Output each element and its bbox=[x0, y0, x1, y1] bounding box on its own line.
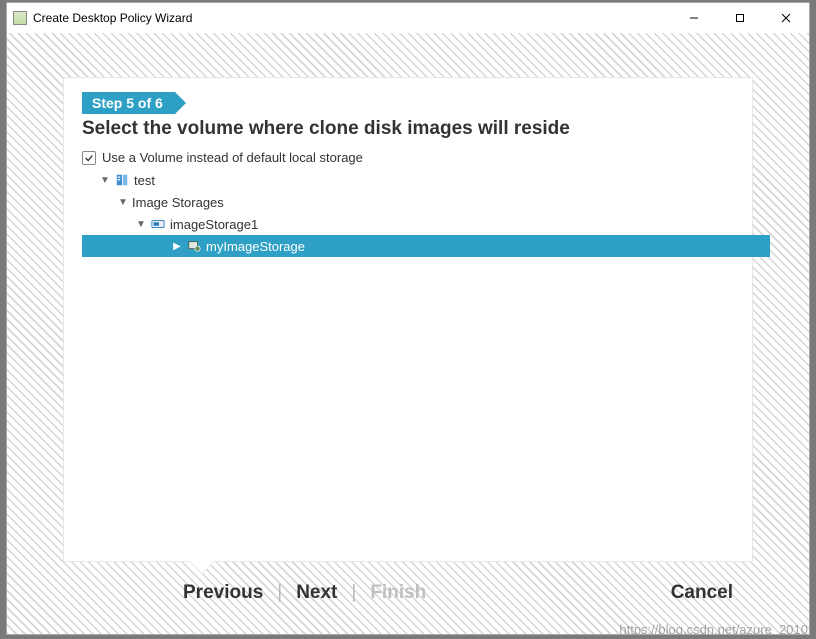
wizard-window: Create Desktop Policy Wizard Step 5 of 6… bbox=[6, 2, 810, 635]
use-volume-checkbox[interactable]: Use a Volume instead of default local st… bbox=[82, 150, 734, 165]
separator: | bbox=[351, 582, 356, 604]
window-title: Create Desktop Policy Wizard bbox=[33, 11, 192, 25]
volume-tree: ▼ test ▼ Image Storages ▼ bbox=[82, 169, 734, 257]
wizard-footer: Previous | Next | Finish Cancel bbox=[63, 562, 753, 604]
content-panel: Step 5 of 6 Select the volume where clon… bbox=[63, 77, 753, 562]
tree-label: Image Storages bbox=[132, 195, 224, 210]
separator: | bbox=[277, 582, 282, 604]
chevron-down-icon: ▼ bbox=[118, 197, 128, 208]
tree-node-volume-selected[interactable]: ▶ myImageStorage bbox=[82, 235, 770, 257]
titlebar: Create Desktop Policy Wizard bbox=[7, 3, 809, 33]
tree-label: test bbox=[134, 173, 155, 188]
maximize-button[interactable] bbox=[717, 3, 763, 33]
cancel-button[interactable]: Cancel bbox=[671, 582, 733, 604]
tree-label: myImageStorage bbox=[206, 239, 305, 254]
close-button[interactable] bbox=[763, 3, 809, 33]
checkbox-icon bbox=[82, 151, 96, 165]
step-indicator: Step 5 of 6 bbox=[82, 92, 175, 114]
next-button[interactable]: Next bbox=[296, 582, 337, 604]
page-heading: Select the volume where clone disk image… bbox=[82, 118, 734, 140]
tree-node-storages[interactable]: ▼ Image Storages bbox=[118, 191, 734, 213]
nav-buttons: Previous | Next | Finish bbox=[183, 582, 426, 604]
panel-pointer-icon bbox=[190, 561, 214, 573]
chevron-down-icon: ▼ bbox=[136, 219, 146, 230]
finish-button: Finish bbox=[370, 582, 426, 604]
tree-label: imageStorage1 bbox=[170, 217, 258, 232]
window-controls bbox=[671, 3, 809, 33]
tree-node-server[interactable]: ▼ test bbox=[100, 169, 734, 191]
checkbox-label: Use a Volume instead of default local st… bbox=[102, 150, 363, 165]
tree-node-image-storage[interactable]: ▼ imageStorage1 bbox=[136, 213, 734, 235]
storage-icon bbox=[150, 216, 166, 232]
volume-icon bbox=[186, 238, 202, 254]
server-icon bbox=[114, 172, 130, 188]
previous-button[interactable]: Previous bbox=[183, 582, 263, 604]
titlebar-left: Create Desktop Policy Wizard bbox=[13, 11, 192, 25]
wizard-body: Step 5 of 6 Select the volume where clon… bbox=[7, 33, 809, 634]
chevron-down-icon: ▼ bbox=[100, 175, 110, 186]
app-icon bbox=[13, 11, 27, 25]
chevron-right-icon: ▶ bbox=[172, 241, 182, 252]
minimize-button[interactable] bbox=[671, 3, 717, 33]
